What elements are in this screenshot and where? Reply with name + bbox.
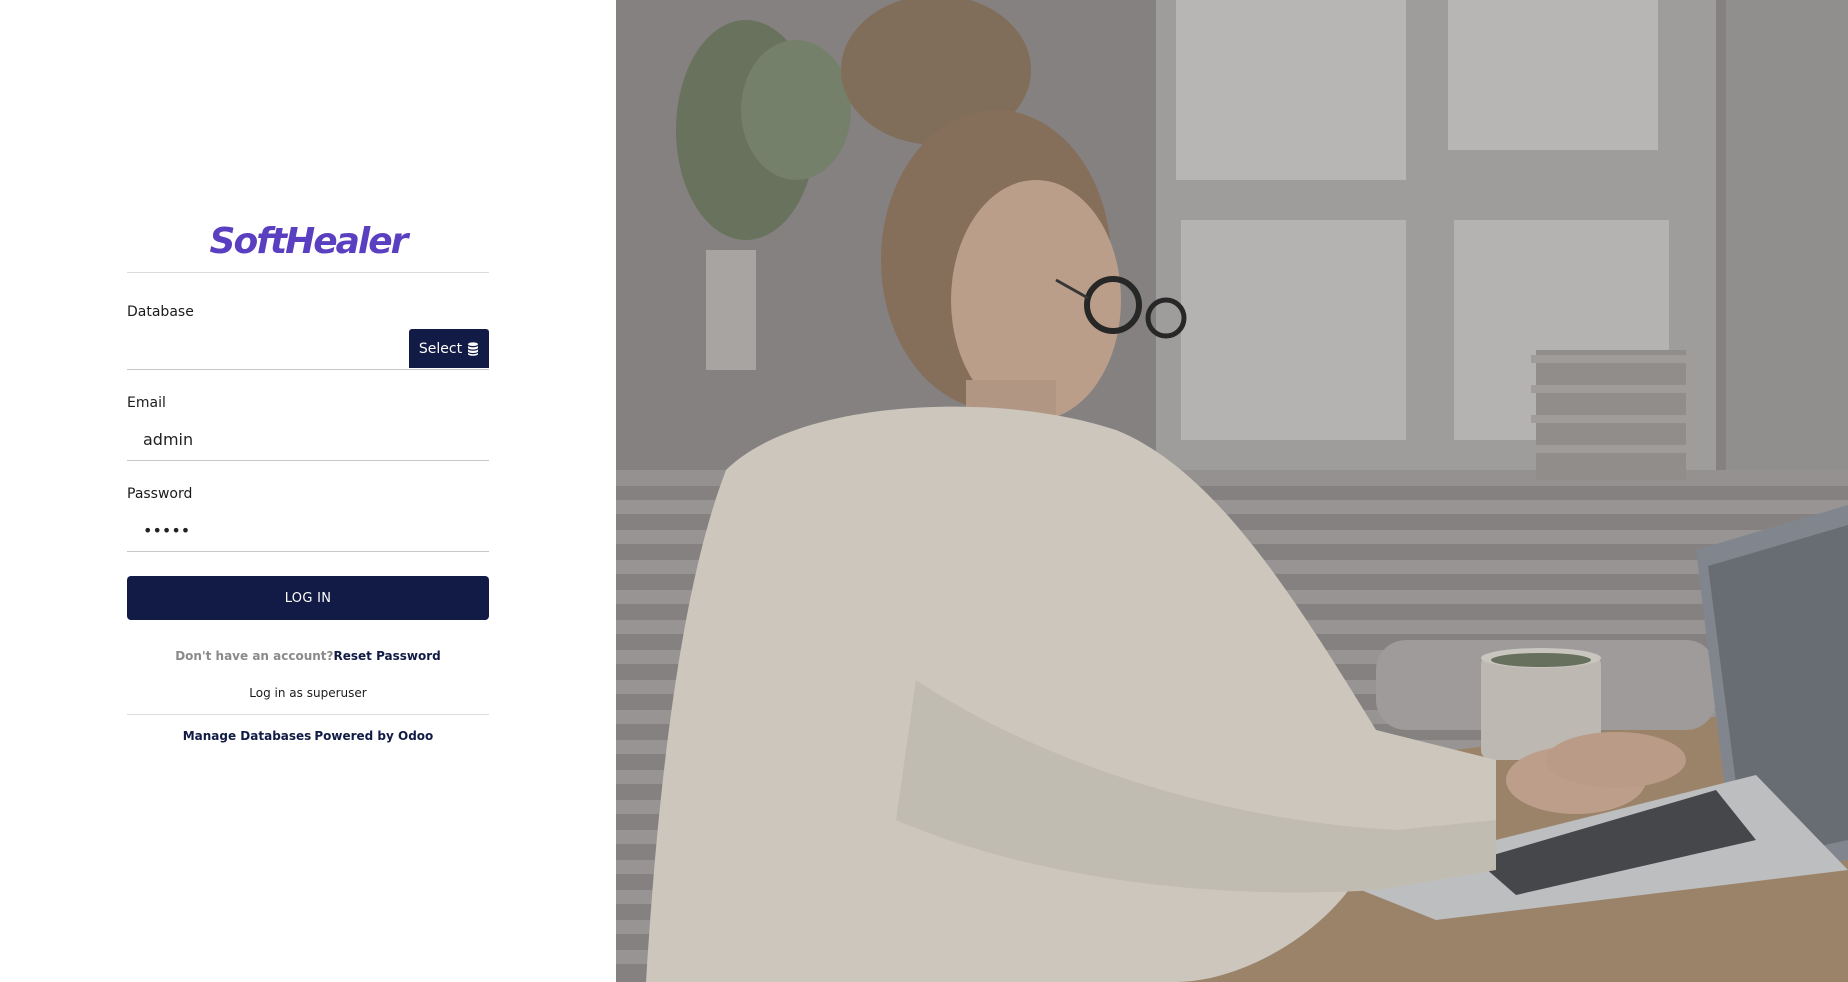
no-account-text: Don't have an account? <box>175 649 334 663</box>
password-input[interactable] <box>127 511 489 549</box>
login-panel: SoftHealer Database Select Email admin P… <box>0 0 616 982</box>
database-label: Database <box>127 304 194 320</box>
login-button[interactable]: LOG IN <box>127 576 489 620</box>
select-button-label: Select <box>418 340 463 357</box>
password-label: Password <box>127 486 193 502</box>
brand-logo[interactable]: SoftHealer <box>127 222 489 273</box>
powered-by-odoo-link[interactable]: Powered by Odoo <box>314 729 433 743</box>
background-photo <box>616 0 1848 982</box>
office-woman-laptop-image <box>616 0 1848 982</box>
email-field-row <box>127 420 489 461</box>
brand-logo-text: SoftHealer <box>209 221 409 262</box>
manage-databases-link[interactable]: Manage Databases <box>183 729 312 743</box>
login-page: SoftHealer Database Select Email admin P… <box>0 0 1848 982</box>
database-field-row: Select <box>127 329 489 370</box>
email-label: Email <box>127 395 166 411</box>
account-line: Don't have an account?Reset Password <box>127 648 489 664</box>
password-field-row <box>127 511 489 552</box>
database-icon <box>468 341 479 356</box>
reset-password-link[interactable]: Reset Password <box>334 649 441 663</box>
email-input[interactable] <box>127 420 489 458</box>
database-input[interactable] <box>127 329 407 367</box>
footer-links: Manage Databases Powered by Odoo <box>127 729 489 743</box>
login-form: SoftHealer Database Select Email admin P… <box>127 222 489 743</box>
select-database-button[interactable]: Select <box>409 329 489 368</box>
login-superuser-link[interactable]: Log in as superuser <box>127 686 489 715</box>
